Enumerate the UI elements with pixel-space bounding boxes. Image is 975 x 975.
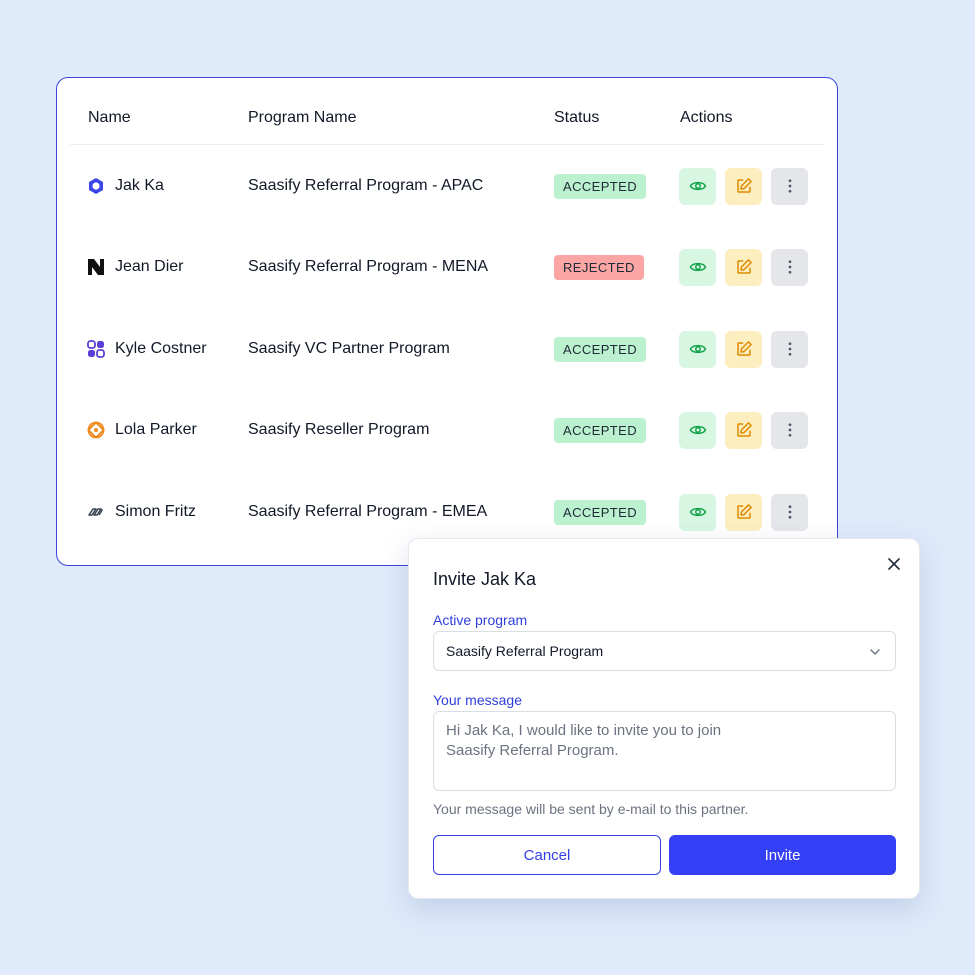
partner-cell: Simon Fritz bbox=[87, 482, 196, 542]
edit-icon bbox=[736, 178, 752, 193]
eye-icon bbox=[689, 507, 706, 517]
more-button[interactable] bbox=[771, 248, 808, 286]
status-badge: ACCEPTED bbox=[554, 417, 646, 443]
more-vertical-icon bbox=[788, 423, 791, 437]
program-select[interactable]: Saasify Referral Program bbox=[433, 631, 896, 671]
blue-ring-logo-icon bbox=[87, 177, 105, 195]
partner-name: Kyle Costner bbox=[115, 340, 207, 357]
view-button[interactable] bbox=[679, 167, 716, 205]
more-button[interactable] bbox=[771, 167, 808, 205]
program-name: Saasify Referral Program - APAC bbox=[248, 177, 484, 194]
partners-table-card: Name Program Name Status Actions Jak Ka … bbox=[56, 77, 838, 566]
table-header: Name Program Name Status Actions bbox=[70, 78, 824, 145]
program-label: Active program bbox=[433, 612, 528, 628]
header-name: Name bbox=[88, 109, 131, 126]
partner-cell: Lola Parker bbox=[87, 400, 197, 460]
message-label: Your message bbox=[433, 692, 522, 708]
edit-button[interactable] bbox=[725, 167, 762, 205]
message-textarea[interactable]: Hi Jak Ka, I would like to invite you to… bbox=[433, 711, 896, 791]
row-actions bbox=[679, 319, 808, 379]
more-button[interactable] bbox=[771, 493, 808, 531]
eye-icon bbox=[689, 181, 706, 191]
edit-button[interactable] bbox=[725, 411, 762, 449]
invite-button[interactable]: Invite bbox=[669, 835, 896, 875]
row-actions bbox=[679, 237, 808, 297]
more-vertical-icon bbox=[788, 179, 791, 193]
table-row: Lola Parker Saasify Reseller Program ACC… bbox=[57, 400, 837, 460]
edit-icon bbox=[736, 504, 752, 519]
message-placeholder: Hi Jak Ka, I would like to invite you to… bbox=[446, 722, 722, 759]
program-name: Saasify VC Partner Program bbox=[248, 340, 450, 357]
partner-cell: Jak Ka bbox=[87, 156, 164, 216]
partner-name: Jak Ka bbox=[115, 177, 164, 194]
edit-button[interactable] bbox=[725, 493, 762, 531]
header-program: Program Name bbox=[248, 109, 357, 126]
eye-icon bbox=[689, 344, 706, 354]
purple-blocks-logo-icon bbox=[87, 340, 105, 358]
edit-button[interactable] bbox=[725, 248, 762, 286]
row-actions bbox=[679, 482, 808, 542]
close-button[interactable] bbox=[885, 555, 903, 573]
view-button[interactable] bbox=[679, 411, 716, 449]
eye-icon bbox=[689, 262, 706, 272]
orange-flower-logo-icon bbox=[87, 421, 105, 439]
eye-icon bbox=[689, 425, 706, 435]
invite-modal: Invite Jak Ka Active program Saasify Ref… bbox=[408, 538, 920, 899]
view-button[interactable] bbox=[679, 248, 716, 286]
table-row: Simon Fritz Saasify Referral Program - E… bbox=[57, 482, 837, 542]
close-icon bbox=[888, 558, 900, 570]
help-text: Your message will be sent by e-mail to t… bbox=[433, 801, 749, 817]
partner-cell: Kyle Costner bbox=[87, 319, 207, 379]
program-name: Saasify Referral Program - MENA bbox=[248, 258, 489, 275]
header-actions: Actions bbox=[680, 109, 733, 126]
status-badge: ACCEPTED bbox=[554, 336, 646, 362]
partner-name: Jean Dier bbox=[115, 258, 184, 275]
edit-icon bbox=[736, 422, 752, 437]
black-n-logo-icon bbox=[87, 258, 105, 276]
program-select-value: Saasify Referral Program bbox=[446, 643, 604, 659]
edit-icon bbox=[736, 259, 752, 274]
status-badge: ACCEPTED bbox=[554, 499, 646, 525]
view-button[interactable] bbox=[679, 330, 716, 368]
partner-cell: Jean Dier bbox=[87, 237, 183, 297]
row-actions bbox=[679, 400, 808, 460]
modal-title: Invite Jak Ka bbox=[433, 569, 537, 589]
table-row: Jak Ka Saasify Referral Program - APAC A… bbox=[57, 156, 837, 216]
more-button[interactable] bbox=[771, 411, 808, 449]
program-name: Saasify Referral Program - EMEA bbox=[248, 503, 488, 520]
cancel-button[interactable]: Cancel bbox=[433, 835, 661, 875]
status-badge: ACCEPTED bbox=[554, 173, 646, 199]
more-vertical-icon bbox=[788, 505, 791, 519]
chevron-down-icon bbox=[869, 646, 881, 658]
row-actions bbox=[679, 156, 808, 216]
more-button[interactable] bbox=[771, 330, 808, 368]
partner-name: Lola Parker bbox=[115, 421, 197, 438]
more-vertical-icon bbox=[788, 342, 791, 356]
edit-button[interactable] bbox=[725, 330, 762, 368]
header-status: Status bbox=[554, 109, 600, 126]
partner-name: Simon Fritz bbox=[115, 503, 196, 520]
more-vertical-icon bbox=[788, 260, 791, 274]
status-badge: REJECTED bbox=[554, 254, 644, 280]
view-button[interactable] bbox=[679, 493, 716, 531]
table-row: Kyle Costner Saasify VC Partner Program … bbox=[57, 319, 837, 379]
program-name: Saasify Reseller Program bbox=[248, 421, 430, 438]
edit-icon bbox=[736, 341, 752, 356]
chain-link-logo-icon bbox=[87, 503, 105, 521]
table-row: Jean Dier Saasify Referral Program - MEN… bbox=[57, 237, 837, 297]
